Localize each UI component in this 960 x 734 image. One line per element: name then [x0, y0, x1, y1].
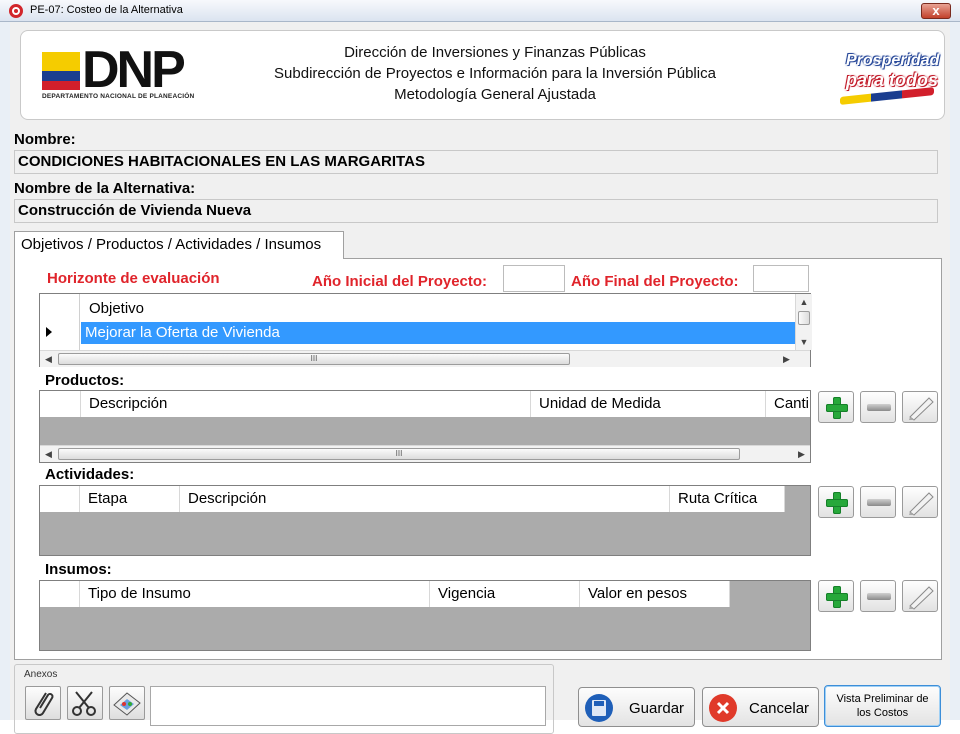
header-line-1: Dirección de Inversiones y Finanzas Públ… [344, 44, 646, 61]
column-header-descripcion[interactable]: Descripción [81, 391, 531, 417]
cancelar-button[interactable]: Cancelar [702, 687, 819, 727]
productos-horizontal-scrollbar[interactable]: ◀ III ▶ [40, 445, 810, 462]
column-header-descripcion[interactable]: Descripción [180, 486, 670, 512]
insumos-grid: Tipo de Insumo Vigencia Valor en pesos [39, 580, 811, 651]
dnp-logo: DNP [82, 41, 186, 99]
app-icon [9, 4, 23, 18]
insumos-header-row: Tipo de Insumo Vigencia Valor en pesos [40, 581, 730, 607]
column-header-vigencia[interactable]: Vigencia [430, 581, 580, 607]
objetivos-vertical-scrollbar[interactable]: ▲ ▼ [795, 294, 812, 350]
edit-insumo-button[interactable] [902, 580, 938, 612]
attach-button[interactable] [25, 686, 61, 720]
edit-actividad-button[interactable] [902, 486, 938, 518]
column-header-ruta-critica[interactable]: Ruta Crítica [670, 486, 785, 512]
edit-icon [909, 586, 934, 610]
add-producto-button[interactable] [818, 391, 854, 423]
nombre-field[interactable]: CONDICIONES HABITACIONALES EN LAS MARGAR… [14, 150, 938, 174]
preview-line-1: Vista Preliminar de [836, 693, 929, 705]
edit-icon [909, 397, 934, 421]
row-header-column [40, 294, 80, 350]
cut-button[interactable] [67, 686, 103, 720]
row-header-corner [40, 391, 81, 417]
alternativa-label: Nombre de la Alternativa: [14, 180, 196, 197]
actividades-grid: Etapa Descripción Ruta Crítica [39, 485, 811, 556]
scroll-right-icon[interactable]: ▶ [793, 446, 810, 462]
column-header-etapa[interactable]: Etapa [80, 486, 180, 512]
remove-insumo-button[interactable] [860, 580, 896, 612]
header-line-2: Subdirección de Proyectos e Información … [274, 65, 716, 82]
anexos-label: Anexos [22, 669, 60, 680]
tab-objetivos-productos[interactable]: Objetivos / Productos / Actividades / In… [14, 231, 344, 259]
insumos-label: Insumos: [45, 561, 112, 578]
preview-line-2: los Costos [856, 707, 909, 719]
anio-final-label: Año Final del Proyecto: [571, 273, 739, 290]
prosperidad-logo: Prosperidad para todos [840, 50, 940, 110]
alternativa-field[interactable]: Construcción de Vivienda Nueva [14, 199, 938, 223]
anio-inicial-label: Año Inicial del Proyecto: [312, 273, 488, 290]
remove-actividad-button[interactable] [860, 486, 896, 518]
productos-label: Productos: [45, 372, 125, 389]
scroll-left-icon[interactable]: ◀ [40, 446, 57, 462]
row-pointer-icon [46, 327, 52, 337]
scroll-down-icon[interactable]: ▼ [796, 334, 812, 350]
scroll-thumb[interactable]: III [58, 448, 740, 460]
objetivos-grid: Objetivo Mejorar la Oferta de Vivienda ▲… [39, 293, 812, 367]
scroll-right-icon[interactable]: ▶ [778, 351, 795, 367]
horizonte-title: Horizonte de evaluación [47, 270, 220, 287]
header-line-3: Metodología General Ajustada [394, 86, 596, 103]
disk-icon [585, 694, 613, 722]
objetivo-row[interactable]: Mejorar la Oferta de Vivienda [81, 322, 795, 344]
row-header-corner [40, 486, 80, 512]
scroll-thumb[interactable] [798, 311, 810, 325]
remove-producto-button[interactable] [860, 391, 896, 423]
paperclip-icon [34, 692, 54, 716]
dnp-logo-subtitle: DEPARTAMENTO NACIONAL DE PLANEACIÓN [42, 93, 195, 100]
scroll-left-icon[interactable]: ◀ [40, 351, 57, 367]
scissors-icon [72, 691, 96, 716]
column-header-objetivo[interactable]: Objetivo [81, 296, 795, 322]
image-button[interactable] [109, 686, 145, 720]
edit-producto-button[interactable] [902, 391, 938, 423]
guardar-button[interactable]: Guardar [578, 687, 695, 727]
productos-header-row: Descripción Unidad de Medida Canti [40, 391, 810, 417]
anio-inicial-input[interactable] [503, 265, 565, 292]
add-insumo-button[interactable] [818, 580, 854, 612]
productos-grid: Descripción Unidad de Medida Canti ◀ III… [39, 390, 811, 463]
cancel-x-icon [709, 694, 737, 722]
objetivos-horizontal-scrollbar[interactable]: ◀ III ▶ [40, 350, 810, 367]
scroll-up-icon[interactable]: ▲ [796, 294, 812, 310]
nombre-label: Nombre: [14, 131, 76, 148]
column-header-tipo-insumo[interactable]: Tipo de Insumo [80, 581, 430, 607]
guardar-label: Guardar [629, 700, 685, 717]
column-header-unidad-medida[interactable]: Unidad de Medida [531, 391, 766, 417]
anexos-textbox[interactable] [150, 686, 546, 726]
prosperidad-logo-line1: Prosperidad [846, 52, 940, 69]
edit-icon [909, 492, 934, 516]
column-header-cantidad[interactable]: Canti [766, 391, 810, 417]
window-title: PE-07: Costeo de la Alternativa [30, 4, 183, 16]
cancelar-label: Cancelar [749, 700, 810, 717]
actividades-label: Actividades: [45, 466, 135, 483]
row-header-corner [40, 581, 80, 607]
anio-final-input[interactable] [753, 265, 809, 292]
actividades-header-row: Etapa Descripción Ruta Crítica [40, 486, 785, 512]
image-icon [113, 692, 141, 716]
add-actividad-button[interactable] [818, 486, 854, 518]
column-header-valor-pesos[interactable]: Valor en pesos [580, 581, 730, 607]
close-button[interactable]: x [921, 3, 951, 19]
scroll-thumb[interactable]: III [58, 353, 570, 365]
vista-preliminar-button[interactable]: Vista Preliminar de los Costos [824, 685, 941, 727]
colombia-flag-icon [42, 52, 80, 90]
